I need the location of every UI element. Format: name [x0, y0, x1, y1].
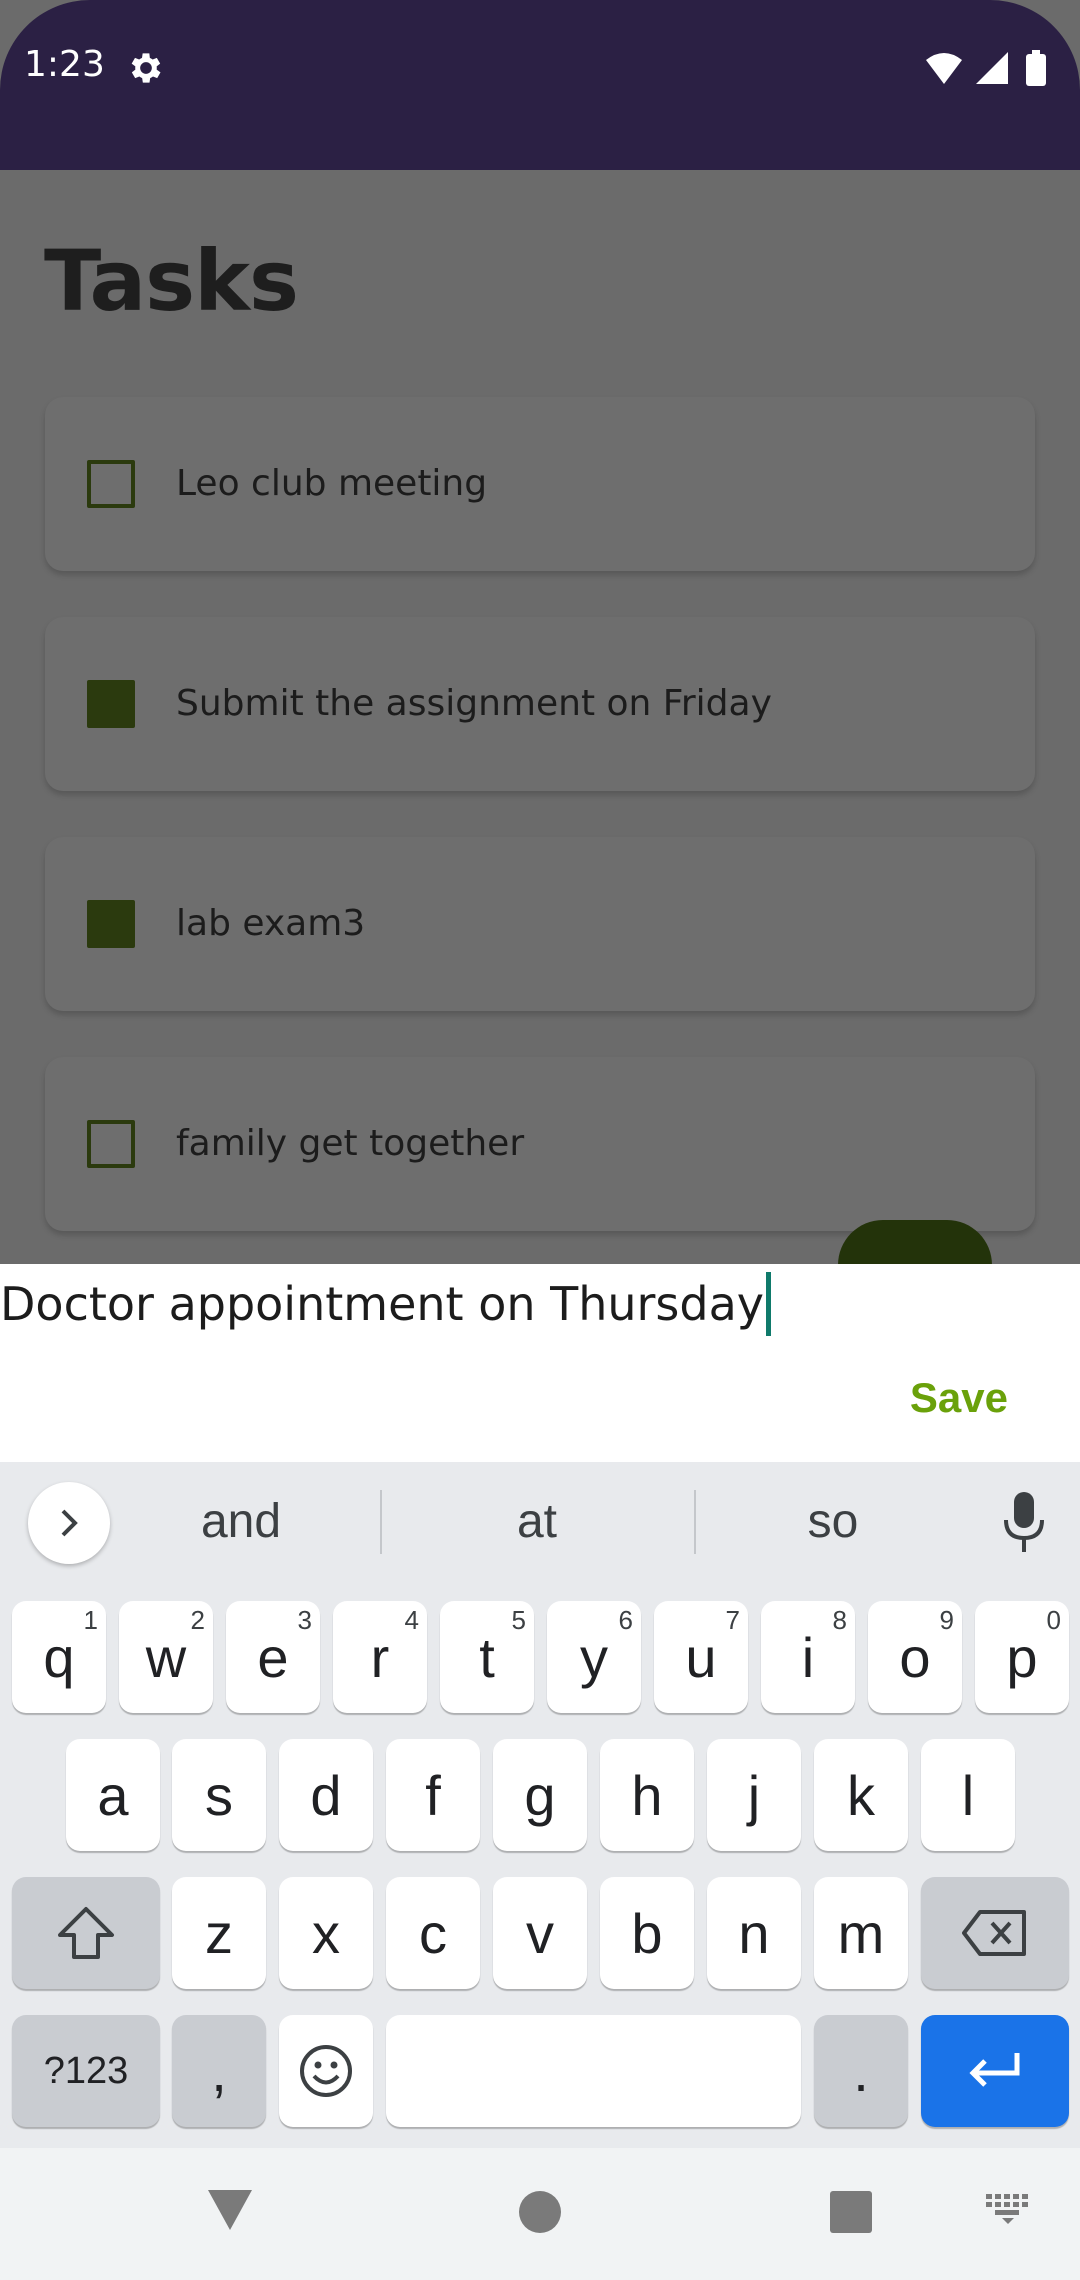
key-u[interactable]: u7	[654, 1601, 748, 1713]
key-n[interactable]: n	[707, 1877, 801, 1989]
add-task-sheet: Doctor appointment on Thursday Save	[0, 1264, 1080, 1462]
key-v[interactable]: v	[493, 1877, 587, 1989]
key-q[interactable]: q1	[12, 1601, 106, 1713]
task-card[interactable]: lab exam3	[45, 837, 1035, 1011]
text-caret	[766, 1272, 772, 1336]
expand-toolbar-button[interactable]	[28, 1482, 110, 1564]
key-x[interactable]: x	[279, 1877, 373, 1989]
key-c[interactable]: c	[386, 1877, 480, 1989]
key-s[interactable]: s	[172, 1739, 266, 1851]
key-j[interactable]: j	[707, 1739, 801, 1851]
enter-icon	[969, 2053, 1020, 2087]
emoji-key[interactable]	[279, 2015, 373, 2127]
key-k[interactable]: k	[814, 1739, 908, 1851]
task-checkbox[interactable]	[87, 680, 135, 728]
task-checkbox[interactable]	[87, 460, 135, 508]
emoji-icon	[300, 2045, 352, 2097]
wifi-icon	[926, 53, 962, 84]
key-g[interactable]: g	[493, 1739, 587, 1851]
task-label: Submit the assignment on Friday	[176, 683, 772, 724]
task-input[interactable]: Doctor appointment on Thursday	[0, 1268, 772, 1340]
keyboard-switch-icon[interactable]	[986, 2194, 1030, 2224]
key-w[interactable]: w2	[119, 1601, 213, 1713]
key-z[interactable]: z	[172, 1877, 266, 1989]
symbols-key[interactable]: ?123	[12, 2015, 160, 2127]
soft-keyboard: and at so q1 w2 e3 r4 t5 y6 u7 i8 o9 p0 …	[0, 1462, 1080, 2148]
task-card[interactable]: Submit the assignment on Friday	[45, 617, 1035, 791]
back-triangle-icon[interactable]	[206, 2188, 254, 2232]
key-f[interactable]: f	[386, 1739, 480, 1851]
task-checkbox[interactable]	[87, 900, 135, 948]
suggestion-word[interactable]: so	[733, 1494, 933, 1549]
backspace-key[interactable]	[921, 1877, 1069, 1989]
key-r[interactable]: r4	[333, 1601, 427, 1713]
suggestion-divider	[694, 1490, 696, 1554]
task-card[interactable]: family get together	[45, 1057, 1035, 1231]
key-t[interactable]: t5	[440, 1601, 534, 1713]
key-e[interactable]: e3	[226, 1601, 320, 1713]
backspace-icon	[962, 1910, 1026, 1956]
cellular-signal-icon	[976, 52, 1008, 84]
comma-key[interactable]: ,	[172, 2015, 266, 2127]
key-l[interactable]: l	[921, 1739, 1015, 1851]
task-card[interactable]: Leo club meeting	[45, 397, 1035, 571]
space-key[interactable]	[386, 2015, 801, 2127]
recents-square-icon[interactable]	[829, 2190, 873, 2234]
chevron-right-icon	[61, 1509, 78, 1537]
key-p[interactable]: p0	[975, 1601, 1069, 1713]
save-button[interactable]: Save	[910, 1374, 1008, 1422]
key-b[interactable]: b	[600, 1877, 694, 1989]
settings-gear-icon	[131, 53, 161, 83]
task-input-text: Doctor appointment on Thursday	[0, 1277, 765, 1331]
task-label: Leo club meeting	[176, 463, 488, 504]
microphone-icon[interactable]	[998, 1490, 1050, 1554]
suggestion-divider	[380, 1490, 382, 1554]
navigation-bar	[0, 2148, 1080, 2280]
suggestion-strip: and at so	[0, 1462, 1080, 1584]
suggestion-word[interactable]: at	[437, 1494, 637, 1549]
period-key[interactable]: .	[814, 2015, 908, 2127]
key-m[interactable]: m	[814, 1877, 908, 1989]
home-circle-icon[interactable]	[518, 2190, 562, 2234]
shift-key[interactable]	[12, 1877, 160, 1989]
tasks-screen: Tasks Leo club meeting Submit the assign…	[0, 170, 1080, 1310]
status-bar: 1:23	[0, 0, 1080, 170]
key-i[interactable]: i8	[761, 1601, 855, 1713]
task-checkbox[interactable]	[87, 1120, 135, 1168]
battery-icon	[1026, 54, 1046, 86]
suggestion-word[interactable]: and	[141, 1494, 341, 1549]
page-title: Tasks	[44, 232, 299, 330]
key-d[interactable]: d	[279, 1739, 373, 1851]
task-label: family get together	[176, 1123, 525, 1164]
shift-icon	[58, 1907, 114, 1959]
key-h[interactable]: h	[600, 1739, 694, 1851]
key-a[interactable]: a	[66, 1739, 160, 1851]
key-o[interactable]: o9	[868, 1601, 962, 1713]
task-label: lab exam3	[176, 903, 366, 944]
status-time: 1:23	[24, 44, 105, 85]
system-status-icons	[926, 50, 1046, 86]
key-y[interactable]: y6	[547, 1601, 641, 1713]
enter-key[interactable]	[921, 2015, 1069, 2127]
